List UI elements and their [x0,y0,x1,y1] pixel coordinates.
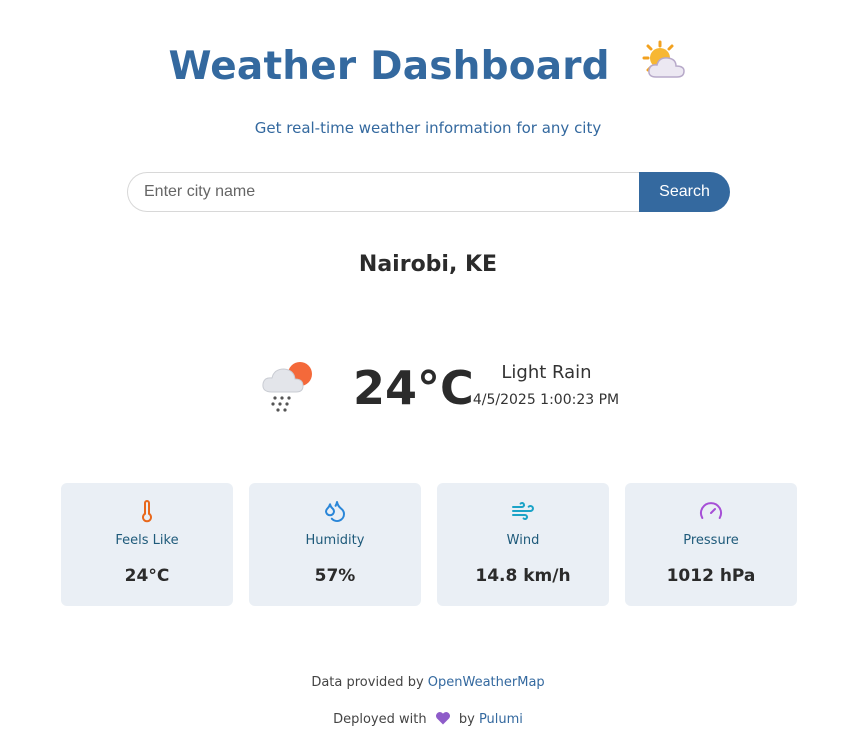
card-label: Feels Like [115,533,179,548]
footer-deployed-text: Deployed with [333,712,427,727]
card-label: Humidity [305,533,365,548]
page-title-text: Weather Dashboard [168,44,610,89]
purple-heart-icon [435,711,451,729]
pulumi-link[interactable]: Pulumi [479,712,523,727]
card-humidity: Humidity 57% [249,483,421,606]
weather-description: Light Rain [501,362,592,383]
card-value: 1012 hPa [666,566,756,586]
current-weather: 24°C Light Rain 4/5/2025 1:00:23 PM [0,350,856,430]
thermometer-icon [61,499,233,523]
search-bar: Search [127,172,730,212]
card-label: Pressure [683,533,739,548]
card-label: Wind [506,533,540,548]
sun-behind-cloud-icon [642,40,688,90]
city-search-input[interactable] [127,172,639,212]
footer-deployed: Deployed with by Pulumi [0,711,856,729]
card-value: 14.8 km/h [475,566,571,586]
footer-data-text: Data provided by [311,675,424,690]
footer-data-credit: Data provided by OpenWeatherMap [0,675,856,690]
footer-by-text: by [458,712,475,727]
card-value: 57% [314,566,356,586]
wind-icon [437,499,609,523]
search-button[interactable]: Search [639,172,730,212]
gauge-icon [625,499,797,523]
card-pressure: Pressure 1012 hPa [625,483,797,606]
subtitle: Get real-time weather information for an… [254,119,602,137]
card-feels-like: Feels Like 24°C [61,483,233,606]
card-value: 24°C [124,566,170,586]
page-title: Weather Dashboard [0,40,856,90]
temperature: 24°C [353,361,474,415]
weather-datetime: 4/5/2025 1:00:23 PM [472,392,620,408]
droplets-icon [249,499,421,523]
city-name: Nairobi, KE [358,252,498,277]
rain-cloud-sun-icon [258,356,318,416]
openweathermap-link[interactable]: OpenWeatherMap [428,675,545,690]
card-wind: Wind 14.8 km/h [437,483,609,606]
